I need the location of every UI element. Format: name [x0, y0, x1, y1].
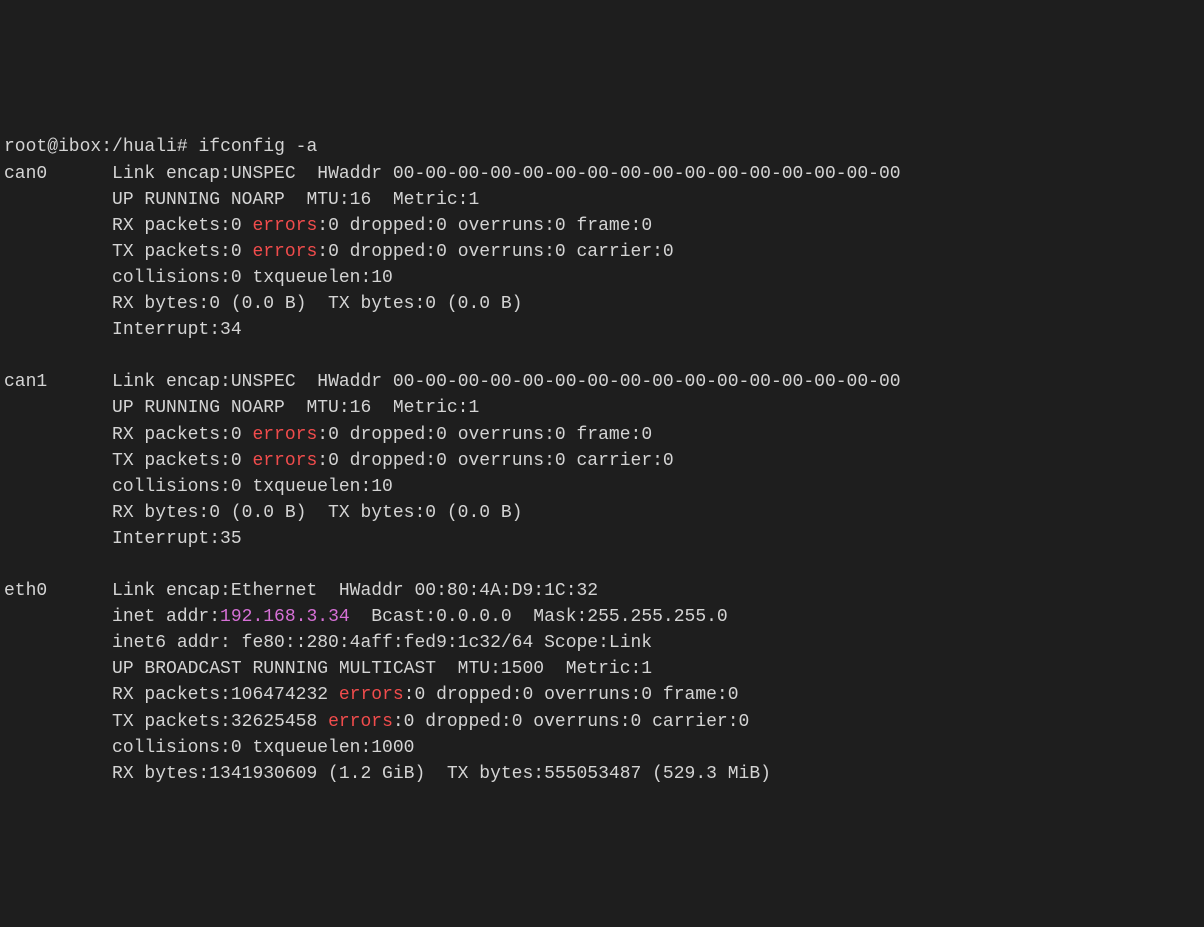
- prompt-user: root@ibox: [4, 137, 101, 157]
- prompt-line: root@ibox:/huali# ifconfig -a: [4, 137, 317, 157]
- prompt-command: ifconfig -a: [198, 137, 317, 157]
- interface-name: eth0: [4, 581, 112, 601]
- interface-block: can1 Link encap:UNSPEC HWaddr 00-00-00-0…: [4, 372, 901, 549]
- prompt-symbol: #: [177, 137, 188, 157]
- interface-name: can1: [4, 372, 112, 392]
- errors-label: errors: [339, 685, 404, 705]
- errors-label: errors: [252, 425, 317, 445]
- inet-address: 192.168.3.34: [220, 607, 350, 627]
- errors-label: errors: [252, 451, 317, 471]
- terminal-output[interactable]: root@ibox:/huali# ifconfig -a can0 Link …: [0, 130, 1204, 796]
- interface-block: eth0 Link encap:Ethernet HWaddr 00:80:4A…: [4, 581, 771, 784]
- prompt-path: /huali: [112, 137, 177, 157]
- errors-label: errors: [252, 216, 317, 236]
- errors-label: errors: [328, 712, 393, 732]
- errors-label: errors: [252, 242, 317, 262]
- interface-block: can0 Link encap:UNSPEC HWaddr 00-00-00-0…: [4, 164, 901, 341]
- interface-list: can0 Link encap:UNSPEC HWaddr 00-00-00-0…: [4, 164, 901, 784]
- interface-name: can0: [4, 164, 112, 184]
